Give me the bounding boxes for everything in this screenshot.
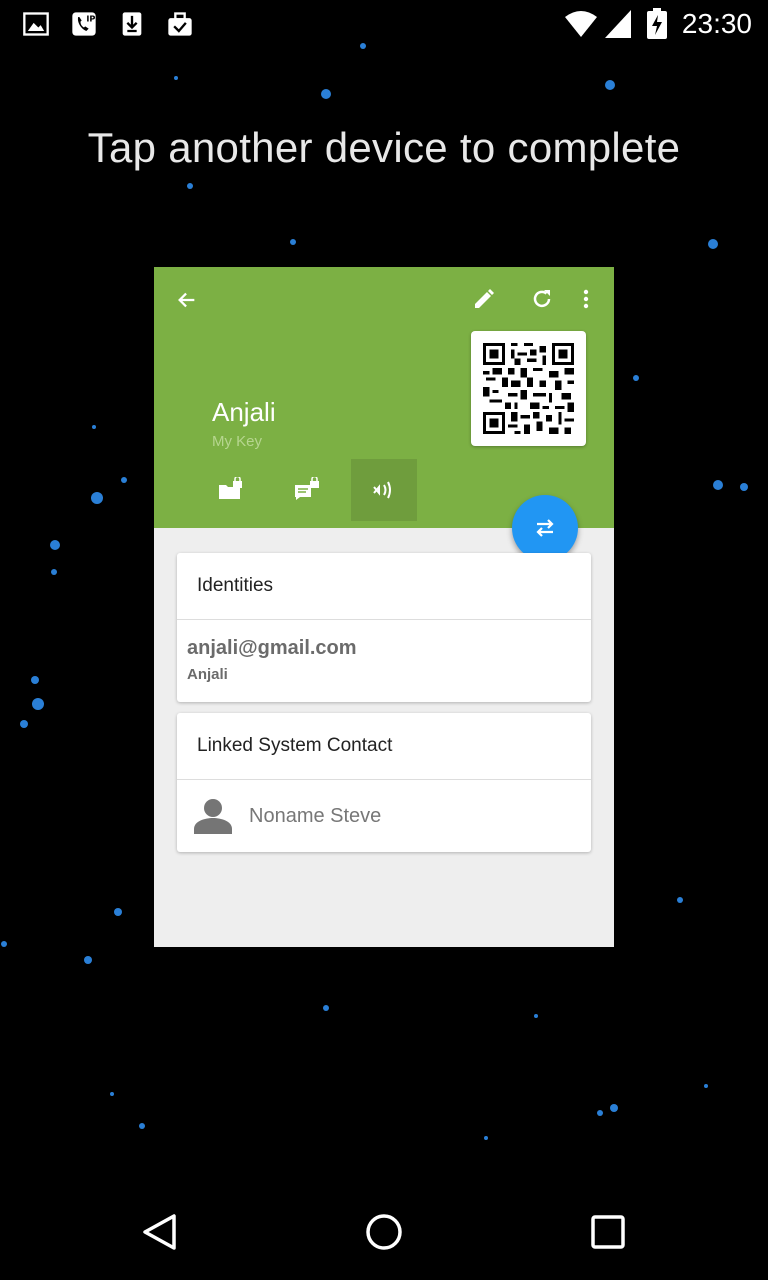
nfc-icon <box>373 481 391 499</box>
tap-prompt: Tap another device to complete <box>87 124 681 171</box>
identities-card: Identities anjali@gmail.com Anjali <box>177 553 591 702</box>
key-screen-preview: Anjali My Key Identities anjali@gmail.co… <box>154 267 614 947</box>
tab-nfc[interactable] <box>351 459 417 521</box>
contact-name: Noname Steve <box>249 805 382 827</box>
voip-phone-icon: IP <box>72 12 96 36</box>
signal-icon <box>605 10 631 38</box>
exchange-fab[interactable] <box>512 495 578 561</box>
wifi-icon <box>565 11 597 37</box>
status-bar: IP 23:30 <box>0 0 768 50</box>
tab-encrypt-files[interactable] <box>198 459 264 521</box>
exchange-icon <box>536 519 554 537</box>
navigation-bar <box>0 1182 768 1280</box>
more-vert-icon[interactable] <box>578 287 594 311</box>
download-icon <box>122 12 142 36</box>
identity-email[interactable]: anjali@gmail.com <box>187 637 357 660</box>
tab-encrypt-text[interactable] <box>274 459 340 521</box>
qr-code-icon <box>483 343 574 434</box>
linked-contact-title: Linked System Contact <box>177 713 591 780</box>
key-name: Anjali <box>212 397 276 427</box>
arrow-back-icon[interactable] <box>176 289 198 311</box>
identity-name: Anjali <box>187 666 228 683</box>
briefcase-check-icon <box>168 12 192 36</box>
qr-code[interactable] <box>471 331 586 446</box>
back-icon[interactable] <box>140 1212 180 1252</box>
home-icon[interactable] <box>364 1212 404 1252</box>
image-icon <box>23 12 49 36</box>
battery-charging-icon <box>647 8 667 39</box>
refresh-icon[interactable] <box>530 287 554 311</box>
linked-contact-row[interactable]: Noname Steve <box>177 780 591 852</box>
encrypt-text-icon <box>295 477 319 500</box>
key-subtitle: My Key <box>212 433 263 450</box>
encrypt-files-icon <box>219 477 242 499</box>
svg-text:IP: IP <box>86 14 95 24</box>
recents-icon[interactable] <box>590 1214 626 1250</box>
key-header: Anjali My Key <box>154 267 614 528</box>
person-icon <box>194 799 232 834</box>
clock: 23:30 <box>681 8 752 39</box>
edit-icon[interactable] <box>472 287 496 311</box>
identities-title: Identities <box>177 553 591 620</box>
linked-contact-card: Linked System Contact Noname Steve <box>177 713 591 852</box>
